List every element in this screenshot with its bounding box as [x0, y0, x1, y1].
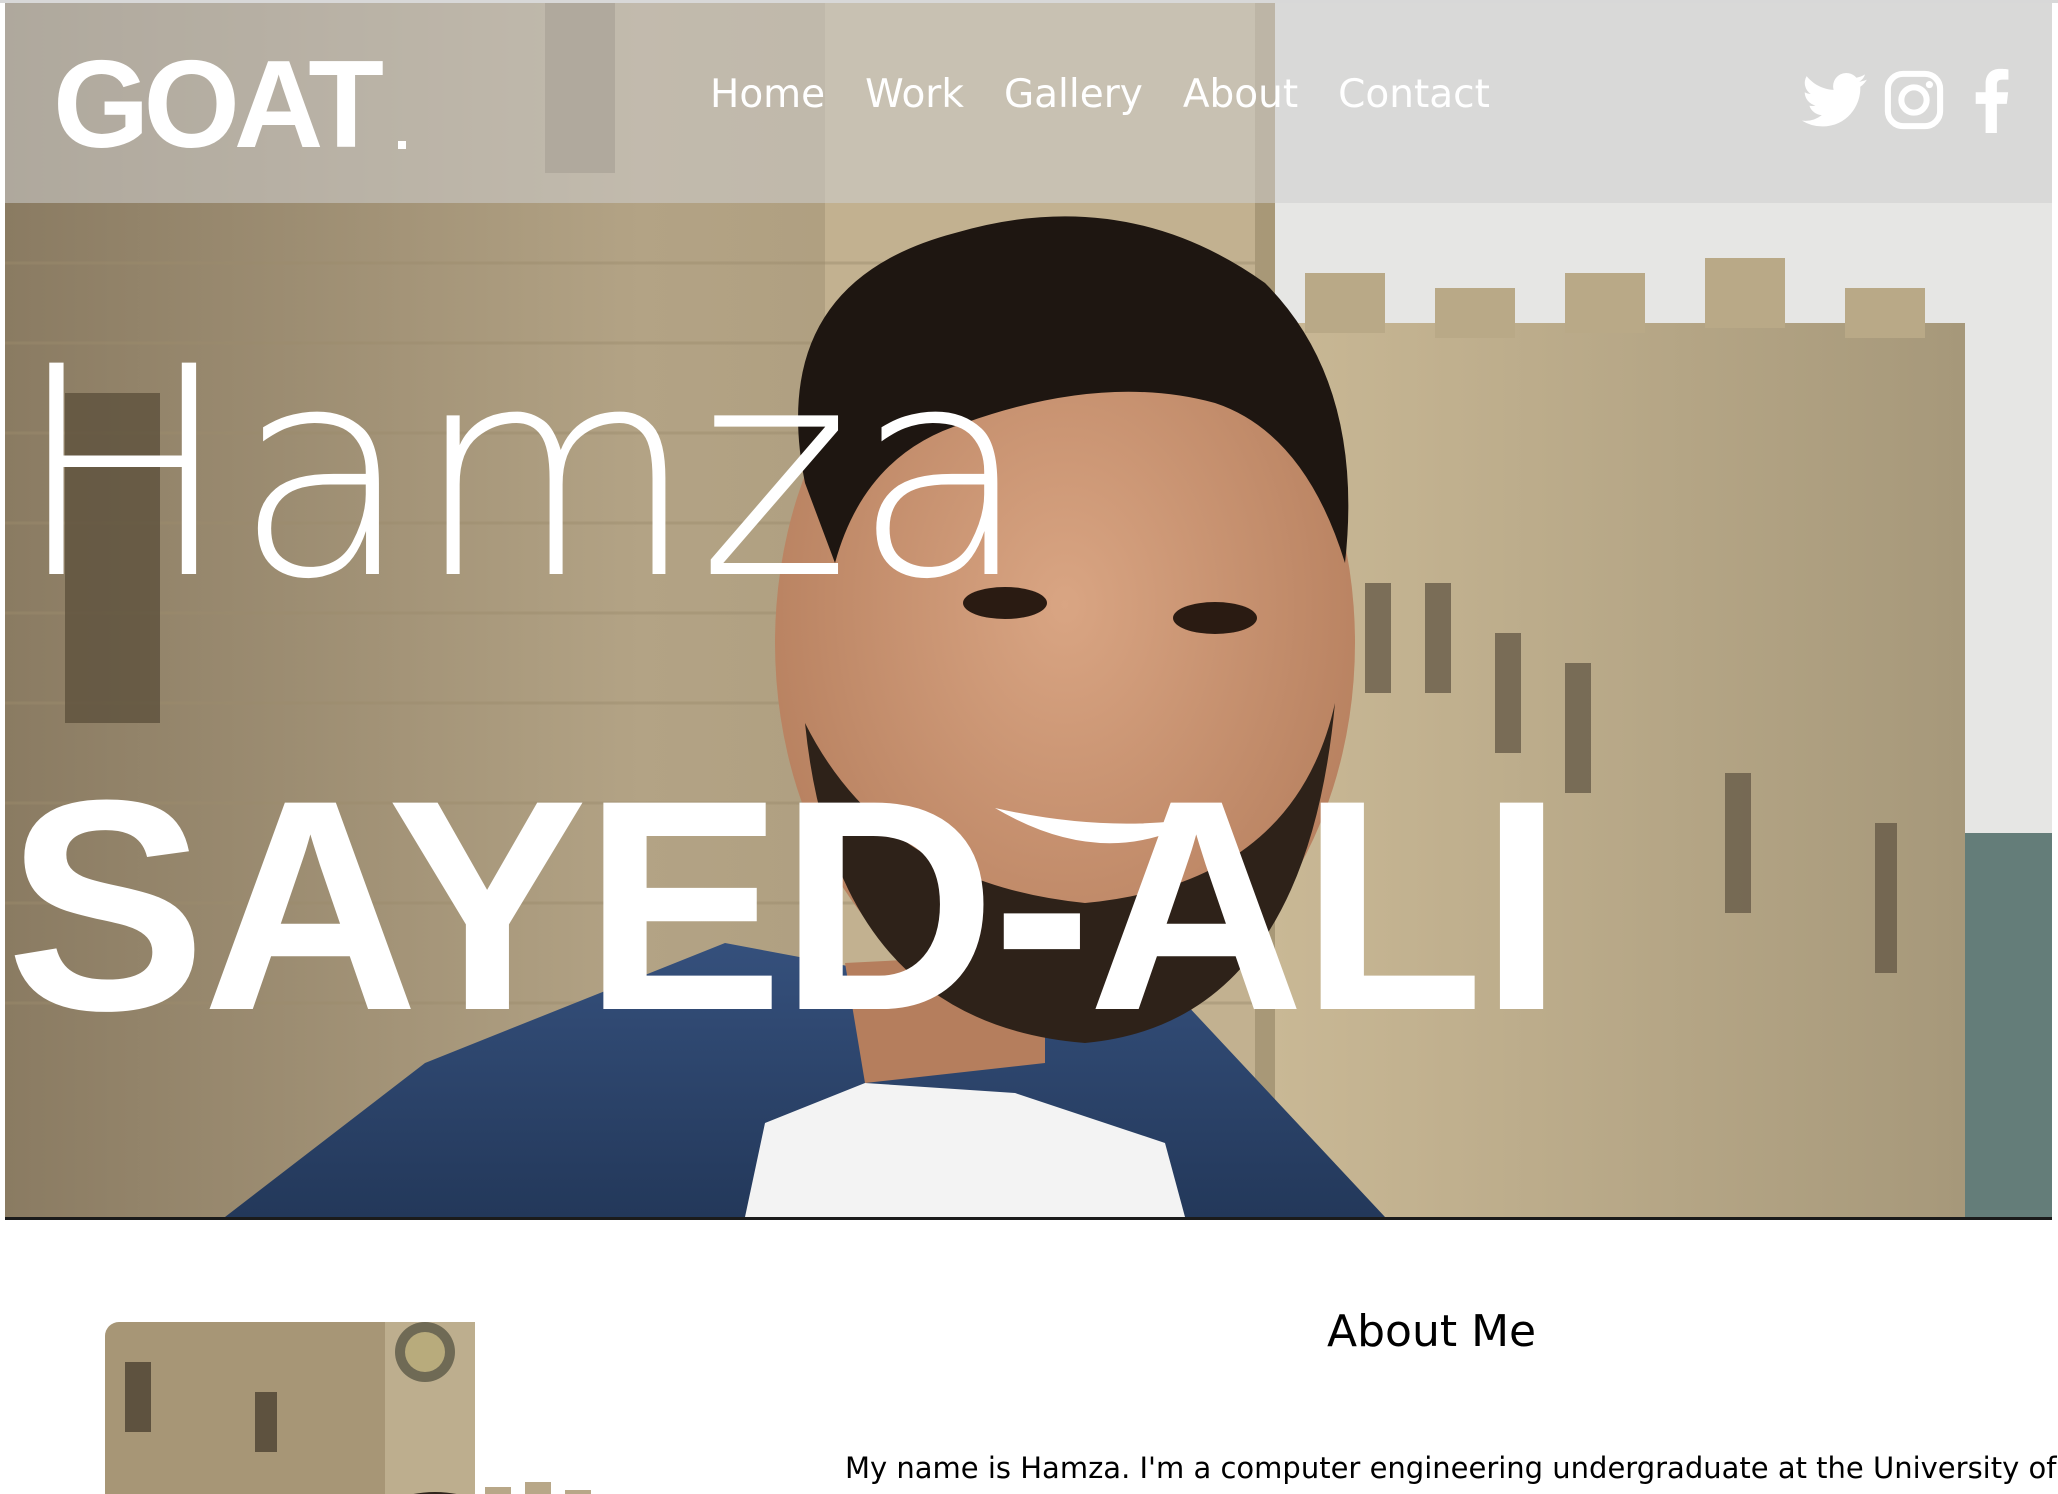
logo-text: GOAT: [53, 36, 384, 174]
twitter-icon[interactable]: [1802, 67, 1868, 133]
main-nav: Home Work Gallery About Contact: [710, 75, 1490, 114]
logo[interactable]: GOAT: [53, 43, 384, 167]
nav-about[interactable]: About: [1183, 75, 1298, 114]
nav-gallery[interactable]: Gallery: [1004, 75, 1143, 114]
hero-last-name: SAYED-ALI: [6, 737, 1563, 1073]
facebook-icon[interactable]: [1965, 67, 2015, 133]
about-title: About Me: [1327, 1306, 1537, 1357]
hero-first-name: Hamza: [14, 306, 1033, 643]
logo-dot: [398, 141, 406, 149]
instagram-icon[interactable]: [1881, 67, 1947, 133]
about-text: My name is Hamza. I'm a computer enginee…: [845, 1451, 2057, 1485]
nav-contact[interactable]: Contact: [1338, 75, 1490, 114]
navbar: GOAT Home Work Gallery About Contact: [5, 3, 2052, 203]
about-photo: [105, 1322, 675, 1494]
nav-work[interactable]: Work: [865, 75, 964, 114]
page: GOAT Home Work Gallery About Contact Ham…: [0, 0, 2058, 1494]
nav-home[interactable]: Home: [710, 75, 825, 114]
